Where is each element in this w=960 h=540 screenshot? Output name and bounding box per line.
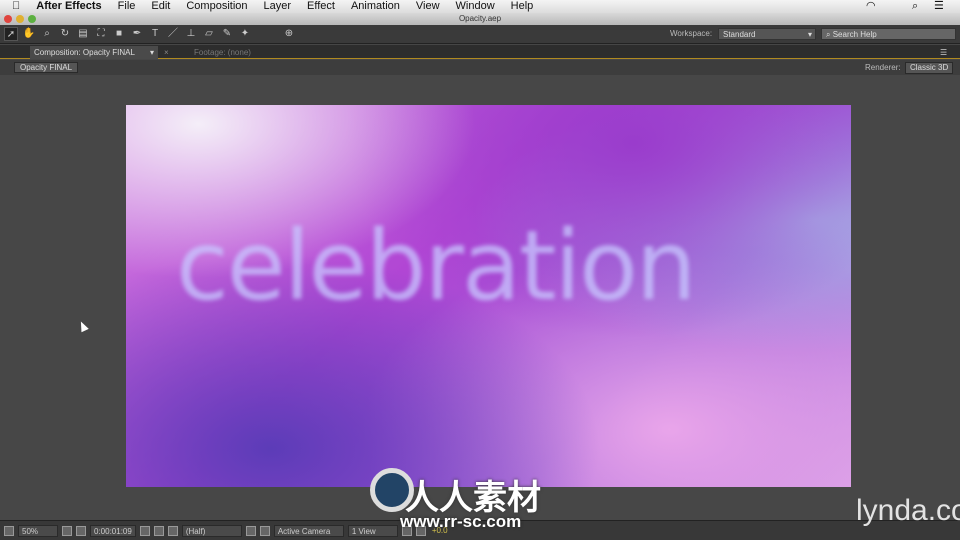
show-snapshot-icon[interactable]	[153, 525, 164, 536]
chevron-down-icon[interactable]: ▾	[150, 46, 154, 59]
menu-layer[interactable]: Layer	[264, 0, 292, 13]
region-of-interest-icon[interactable]	[245, 525, 256, 536]
zoom-button[interactable]	[28, 15, 36, 23]
search-help-input[interactable]: ⌕ Search Help	[821, 28, 956, 40]
selection-tool-icon[interactable]: ➚	[4, 27, 18, 41]
composition-viewer[interactable]: celebration	[0, 75, 960, 520]
workspace-select[interactable]: Standard ▾	[718, 28, 816, 40]
composition-text: celebration	[176, 210, 697, 322]
menu-bar:  After Effects File Edit Composition La…	[0, 0, 960, 13]
zoom-tool-icon[interactable]: ⌕	[40, 27, 54, 41]
close-button[interactable]	[4, 15, 12, 23]
window-title: Opacity.aep	[458, 14, 502, 23]
tools-panel: ➚ ✋ ⌕ ↻ ▤ ⛶ ■ ✒ T ／ ⊥ ▱ ✎ ✦ ⊕ Workspace:…	[0, 25, 960, 44]
composition-navigator: Opacity FINAL Renderer: Classic 3D	[0, 60, 960, 75]
panel-menu-icon[interactable]: ☰	[936, 46, 951, 59]
puppet-tool-icon[interactable]: ✦	[238, 27, 252, 41]
tab-footage[interactable]: Footage: (none)	[190, 46, 255, 59]
roto-brush-tool-icon[interactable]: ✎	[220, 27, 234, 41]
magnification-select[interactable]: 50%	[18, 524, 58, 537]
resolution-select[interactable]: (Half)	[181, 524, 242, 537]
menu-edit[interactable]: Edit	[151, 0, 170, 13]
watermark-url: www.rr-sc.com	[400, 512, 522, 531]
lynda-watermark: lynda.com	[856, 494, 960, 527]
pan-behind-tool-icon[interactable]: ⛶	[94, 27, 108, 41]
grid-icon[interactable]	[62, 525, 72, 536]
renderer-button[interactable]: Classic 3D	[905, 62, 954, 74]
window-titlebar: Opacity.aep	[0, 13, 960, 25]
camera-tool-icon[interactable]: ▤	[76, 27, 90, 41]
menu-window[interactable]: Window	[456, 0, 495, 13]
axis-mode-icon[interactable]: ⊕	[282, 27, 296, 41]
search-icon[interactable]: ⌕	[912, 0, 918, 13]
view-layout-select[interactable]: 1 View	[347, 524, 398, 537]
wifi-icon[interactable]: ◠	[866, 0, 876, 13]
text-tool-icon[interactable]: T	[148, 27, 162, 41]
breadcrumb[interactable]: Opacity FINAL	[14, 62, 79, 73]
menu-app[interactable]: After Effects	[36, 0, 101, 13]
menu-animation[interactable]: Animation	[351, 0, 400, 13]
list-icon[interactable]: ☰	[934, 0, 944, 13]
color-channel-icon[interactable]	[167, 525, 178, 536]
camera-select[interactable]: Active Camera	[273, 524, 344, 537]
menu-view[interactable]: View	[416, 0, 440, 13]
search-icon: ⌕	[826, 30, 833, 39]
menu-help[interactable]: Help	[511, 0, 534, 13]
rectangle-tool-icon[interactable]: ■	[112, 27, 126, 41]
brush-tool-icon[interactable]: ／	[166, 27, 180, 41]
tab-composition-label: Composition: Opacity FINAL	[34, 48, 135, 57]
search-placeholder: Search Help	[832, 30, 877, 39]
menu-composition[interactable]: Composition	[186, 0, 247, 13]
eraser-tool-icon[interactable]: ▱	[202, 27, 216, 41]
rotate-tool-icon[interactable]: ↻	[58, 27, 72, 41]
apple-icon[interactable]: 	[12, 0, 20, 13]
hand-tool-icon[interactable]: ✋	[22, 27, 36, 41]
mask-visibility-icon[interactable]	[76, 525, 86, 536]
close-tab-icon[interactable]: ×	[160, 46, 173, 59]
minimize-button[interactable]	[16, 15, 24, 23]
snapshot-icon[interactable]	[139, 525, 150, 536]
panel-tabs: Composition: Opacity FINAL ▾ × Footage: …	[0, 45, 960, 59]
clone-stamp-tool-icon[interactable]: ⊥	[184, 27, 198, 41]
tab-composition[interactable]: Composition: Opacity FINAL ▾	[30, 46, 158, 59]
transparency-grid-icon[interactable]	[259, 525, 270, 536]
chevron-down-icon: ▾	[807, 30, 812, 39]
composition-frame[interactable]: celebration	[126, 105, 851, 487]
renderer-label: Renderer:	[865, 63, 901, 72]
pen-tool-icon[interactable]: ✒	[130, 27, 144, 41]
menu-effect[interactable]: Effect	[307, 0, 335, 13]
always-preview-icon[interactable]	[4, 525, 14, 536]
workspace-value: Standard	[723, 30, 756, 39]
current-time[interactable]: 0:00:01:09	[90, 524, 136, 537]
workspace-label: Workspace:	[670, 29, 713, 38]
menu-file[interactable]: File	[118, 0, 136, 13]
